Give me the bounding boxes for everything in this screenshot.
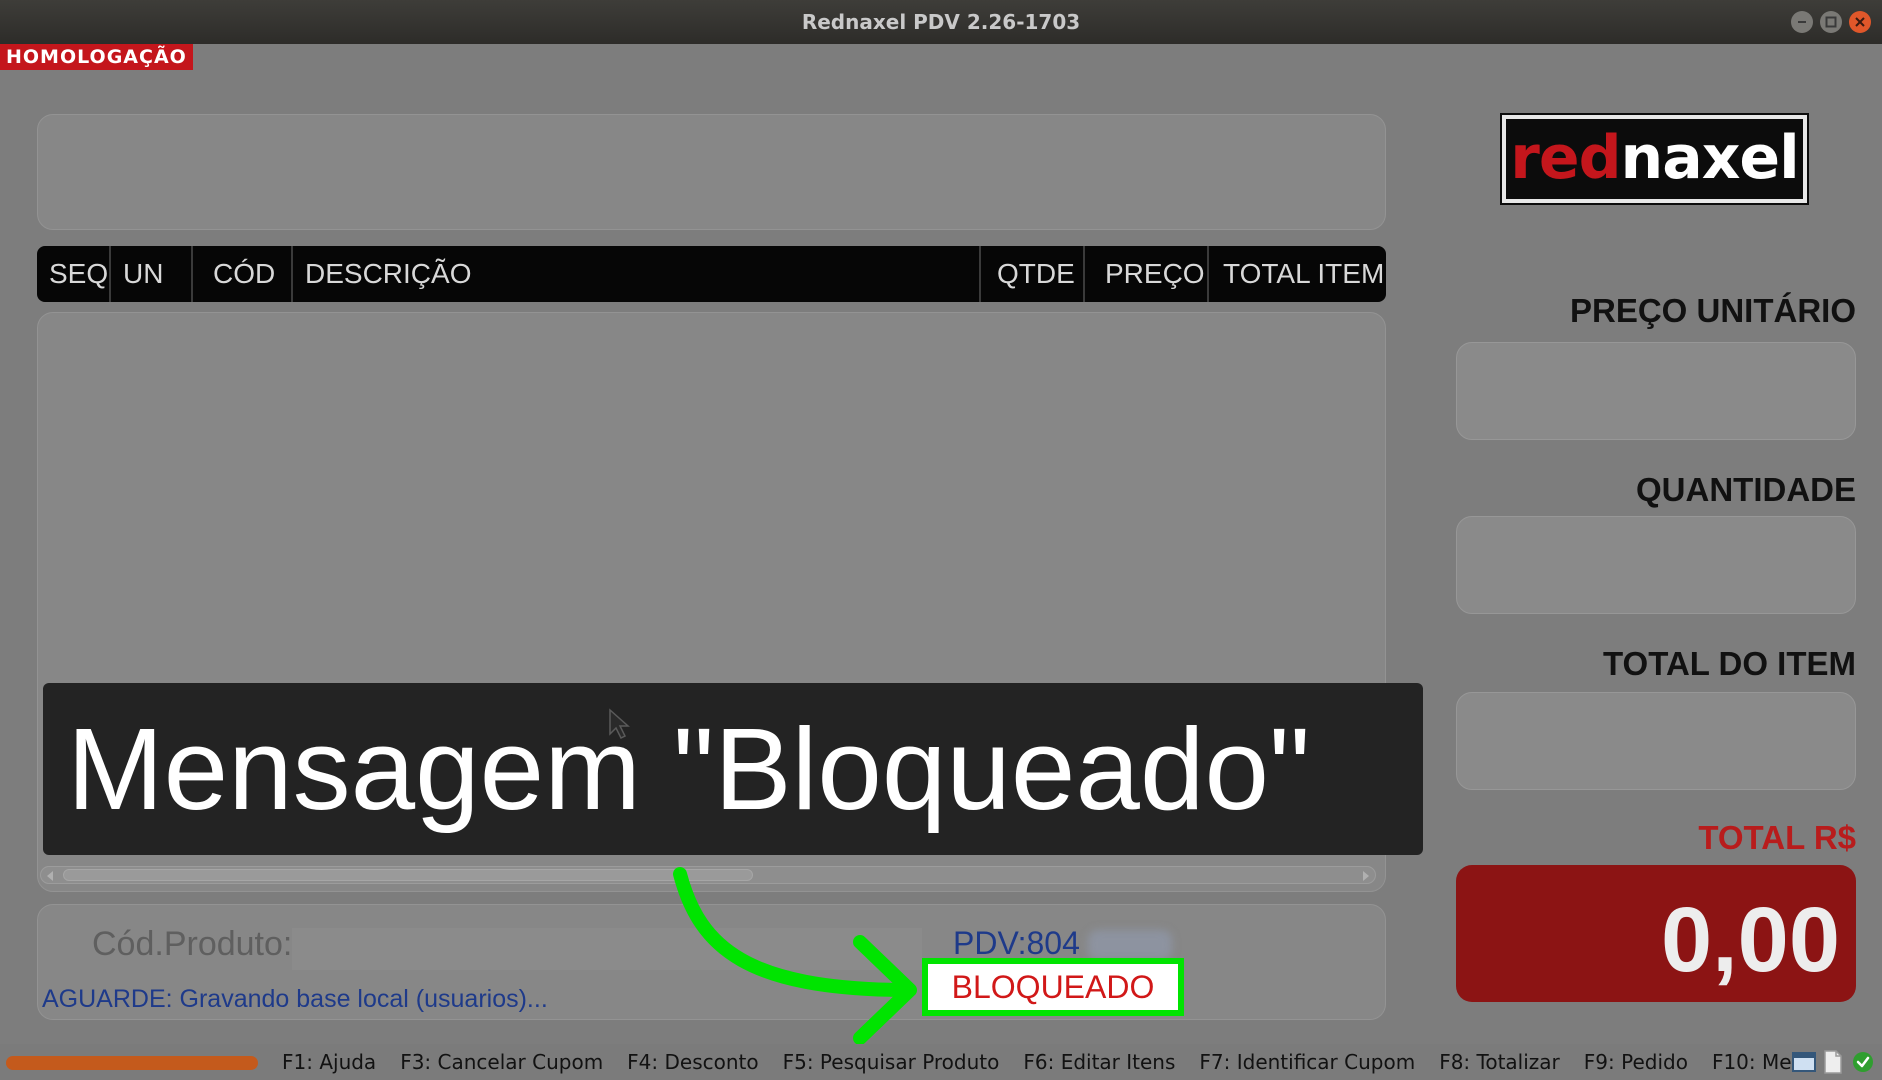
product-description-panel: [37, 114, 1386, 230]
logo-part-naxel: naxel: [1620, 123, 1800, 193]
unit-price-label: PREÇO UNITÁRIO: [1569, 292, 1856, 329]
function-key-hints: F1: Ajuda F3: Cancelar Cupom F4: Descont…: [282, 1050, 1817, 1076]
column-header-un: UN: [109, 246, 191, 302]
unit-price-field: [1456, 342, 1856, 440]
item-total-label: TOTAL DO ITEM: [1603, 645, 1856, 682]
fkey-f4-discount[interactable]: F4: Desconto: [627, 1050, 758, 1076]
caption-overlay: Mensagem "Bloqueado": [43, 683, 1423, 855]
mouse-cursor-icon: [609, 708, 630, 740]
minimize-icon[interactable]: [1791, 11, 1813, 33]
pdv-number: PDV:804: [953, 925, 1080, 961]
status-message: AGUARDE: Gravando base local (usuarios).…: [42, 985, 548, 1013]
window-title: Rednaxel PDV 2.26-1703: [801, 10, 1081, 34]
progress-bar: [6, 1056, 258, 1070]
product-code-label: Cód.Produto:: [92, 925, 293, 963]
column-header-cod: CÓD: [191, 246, 291, 302]
column-header-descricao: DESCRIÇÃO: [291, 246, 979, 302]
fkey-f7-identify-receipt[interactable]: F7: Identificar Cupom: [1199, 1050, 1415, 1076]
connection-ok-icon: [1853, 1052, 1873, 1072]
window-icon: [1792, 1052, 1816, 1072]
fkey-f6-edit-items[interactable]: F6: Editar Itens: [1023, 1050, 1175, 1076]
fkey-f1-help[interactable]: F1: Ajuda: [282, 1050, 376, 1076]
annotation-arrow-icon: [673, 867, 917, 1045]
maximize-icon[interactable]: [1820, 11, 1842, 33]
total-label: TOTAL R$: [1698, 819, 1856, 856]
scroll-left-icon[interactable]: [45, 870, 55, 882]
fkey-f5-search-product[interactable]: F5: Pesquisar Produto: [783, 1050, 1000, 1076]
fkey-f3-cancel-receipt[interactable]: F3: Cancelar Cupom: [400, 1050, 603, 1076]
environment-badge: HOMOLOGAÇÃO: [0, 44, 193, 70]
scroll-right-icon[interactable]: [1361, 870, 1371, 882]
document-icon: [1824, 1050, 1842, 1074]
item-total-field: [1456, 692, 1856, 790]
items-table-header: SEQ UN CÓD DESCRIÇÃO QTDE PREÇO TOTAL IT…: [37, 246, 1386, 302]
blocked-status-badge: BLOQUEADO: [922, 958, 1184, 1016]
fkey-f9-order[interactable]: F9: Pedido: [1584, 1050, 1688, 1076]
column-header-seq: SEQ: [49, 258, 109, 289]
scrollbar-thumb[interactable]: [63, 869, 753, 881]
column-header-qtde: QTDE: [979, 246, 1083, 302]
logo-part-red: red: [1510, 123, 1621, 193]
rednaxel-logo: rednaxel: [1500, 113, 1809, 205]
quantity-field: [1456, 516, 1856, 614]
column-header-preco: PREÇO: [1083, 246, 1207, 302]
quantity-label: QUANTIDADE: [1636, 471, 1856, 508]
window-titlebar: Rednaxel PDV 2.26-1703: [0, 0, 1882, 44]
fkey-f8-totalize[interactable]: F8: Totalizar: [1439, 1050, 1560, 1076]
redacted-operator-name: [1088, 930, 1172, 960]
total-value: 0,00: [1456, 865, 1856, 1002]
column-header-total-item: TOTAL ITEM: [1207, 246, 1386, 302]
close-icon[interactable]: [1849, 11, 1871, 33]
